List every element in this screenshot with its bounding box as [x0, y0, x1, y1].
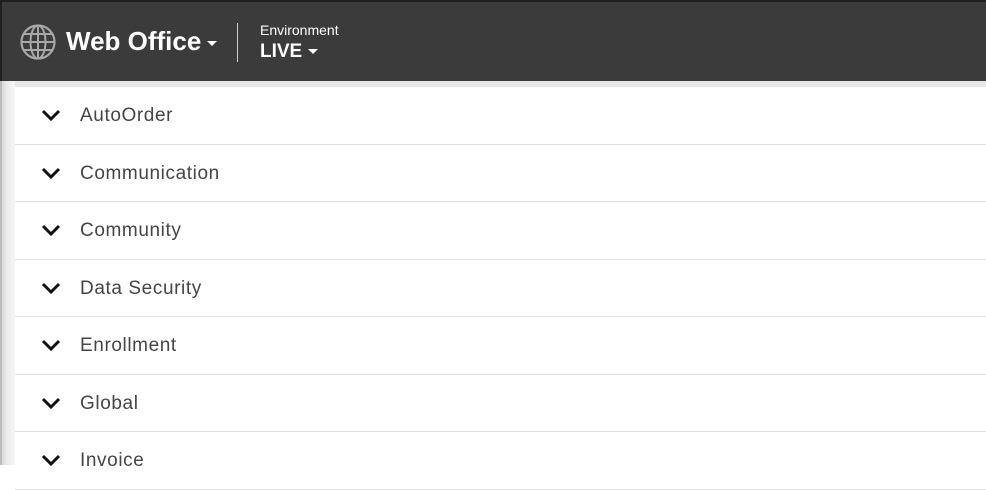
section-item-label: Global: [80, 392, 139, 414]
section-item-autoorder[interactable]: AutoOrder: [15, 87, 986, 145]
section-item-global[interactable]: Global: [15, 375, 986, 432]
section-item-label: Communication: [80, 162, 220, 184]
section-item-invoice[interactable]: Invoice: [15, 432, 986, 490]
caret-down-icon: [207, 40, 218, 46]
chevron-down-icon: [41, 167, 61, 179]
chevron-down-icon: [41, 454, 61, 467]
section-list: AutoOrder Communication Community Data S…: [15, 87, 986, 490]
chevron-down-icon: [41, 109, 61, 122]
chevron-down-icon: [41, 282, 61, 294]
section-item-label: Data Security: [80, 277, 202, 299]
chevron-down-icon: [41, 339, 61, 352]
chevron-down-icon: [41, 224, 61, 237]
main-content: AutoOrder Communication Community Data S…: [0, 81, 986, 490]
section-item-data-security[interactable]: Data Security: [15, 260, 986, 317]
environment-dropdown[interactable]: LIVE: [260, 41, 319, 63]
environment-value: LIVE: [260, 41, 303, 62]
app-title: Web Office: [66, 26, 202, 56]
app-switcher-dropdown[interactable]: Web Office: [66, 26, 218, 57]
section-item-label: Enrollment: [80, 335, 177, 356]
section-item-label: AutoOrder: [80, 105, 174, 126]
chevron-down-icon: [41, 397, 61, 409]
section-item-communication[interactable]: Communication: [15, 145, 986, 202]
section-item-label: Community: [80, 220, 182, 241]
left-rail: [0, 81, 15, 465]
top-bar: Web Office Environment LIVE: [0, 0, 986, 81]
header-divider: [237, 23, 238, 62]
section-item-enrollment[interactable]: Enrollment: [15, 317, 986, 375]
globe-icon[interactable]: [19, 23, 57, 61]
section-item-community[interactable]: Community: [15, 202, 986, 260]
caret-down-icon: [308, 49, 319, 55]
section-item-label: Invoice: [80, 450, 145, 471]
environment-label: Environment: [260, 22, 339, 38]
